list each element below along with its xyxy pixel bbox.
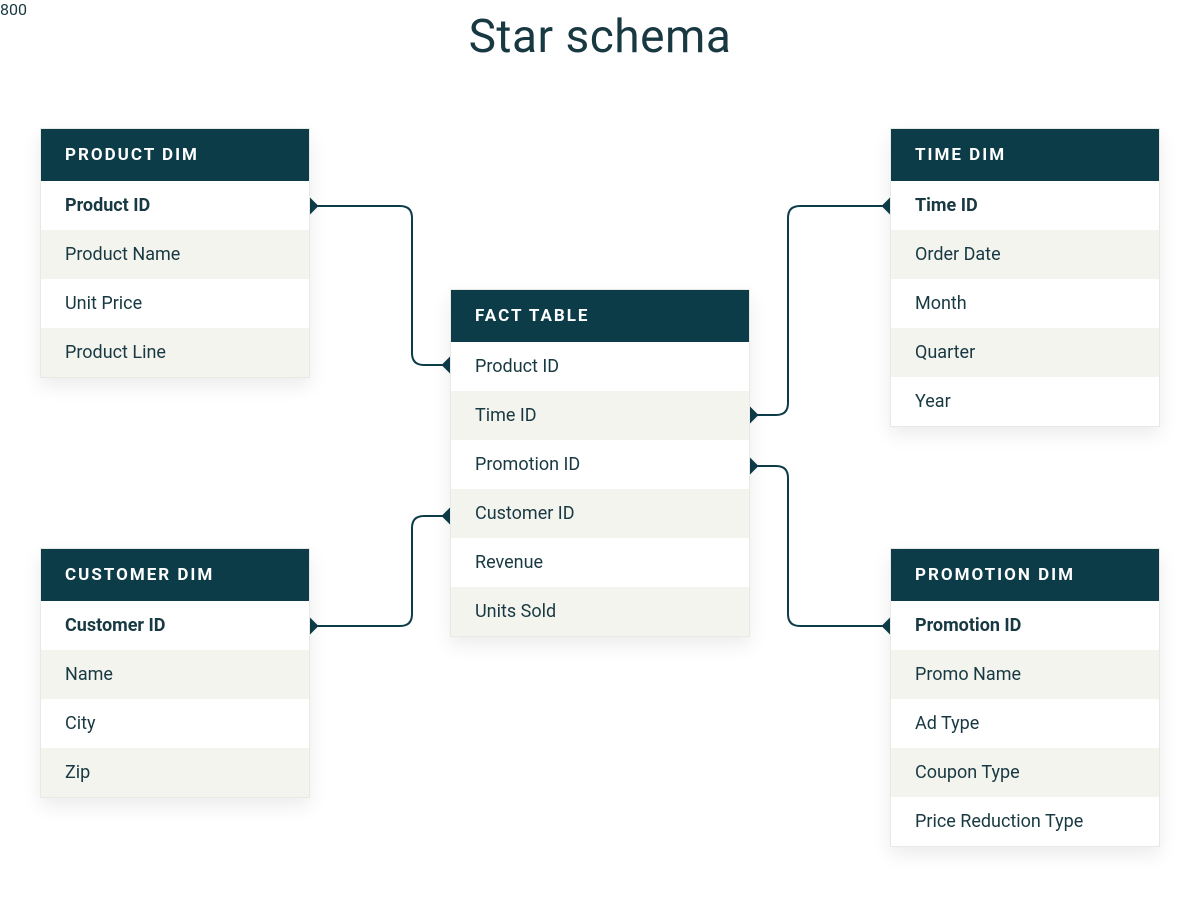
table-row: Ad Type	[891, 699, 1159, 748]
table-row: Quarter	[891, 328, 1159, 377]
table-row: Year	[891, 377, 1159, 426]
table-row: Order Date	[891, 230, 1159, 279]
table-row: Unit Price	[41, 279, 309, 328]
table-row: Coupon Type	[891, 748, 1159, 797]
table-row: Zip	[41, 748, 309, 797]
table-row: Name	[41, 650, 309, 699]
table-row: Units Sold	[451, 587, 749, 636]
table-row: Product ID	[451, 342, 749, 391]
connector-time	[742, 198, 899, 424]
table-header: PRODUCT DIM	[41, 129, 309, 181]
connector-product	[302, 198, 459, 374]
table-row: Customer ID	[451, 489, 749, 538]
table-row: Customer ID	[41, 601, 309, 650]
table-fact: FACT TABLE Product ID Time ID Promotion …	[450, 289, 750, 637]
table-row: Month	[891, 279, 1159, 328]
table-header: FACT TABLE	[451, 290, 749, 342]
table-row: City	[41, 699, 309, 748]
table-promotion-dim: PROMOTION DIM Promotion ID Promo Name Ad…	[890, 548, 1160, 847]
table-row: Price Reduction Type	[891, 797, 1159, 846]
table-row: Product Line	[41, 328, 309, 377]
connector-promotion	[742, 458, 899, 635]
connector-customer	[302, 508, 459, 635]
table-row: Product ID	[41, 181, 309, 230]
table-time-dim: TIME DIM Time ID Order Date Month Quarte…	[890, 128, 1160, 427]
table-header: PROMOTION DIM	[891, 549, 1159, 601]
table-customer-dim: CUSTOMER DIM Customer ID Name City Zip	[40, 548, 310, 798]
table-row: Promo Name	[891, 650, 1159, 699]
table-product-dim: PRODUCT DIM Product ID Product Name Unit…	[40, 128, 310, 378]
table-row: Promotion ID	[891, 601, 1159, 650]
table-header: CUSTOMER DIM	[41, 549, 309, 601]
table-row: Revenue	[451, 538, 749, 587]
table-row: Time ID	[451, 391, 749, 440]
table-row: Time ID	[891, 181, 1159, 230]
table-row: Promotion ID	[451, 440, 749, 489]
diagram-title: Star schema	[0, 10, 1200, 64]
table-row: Product Name	[41, 230, 309, 279]
table-header: TIME DIM	[891, 129, 1159, 181]
